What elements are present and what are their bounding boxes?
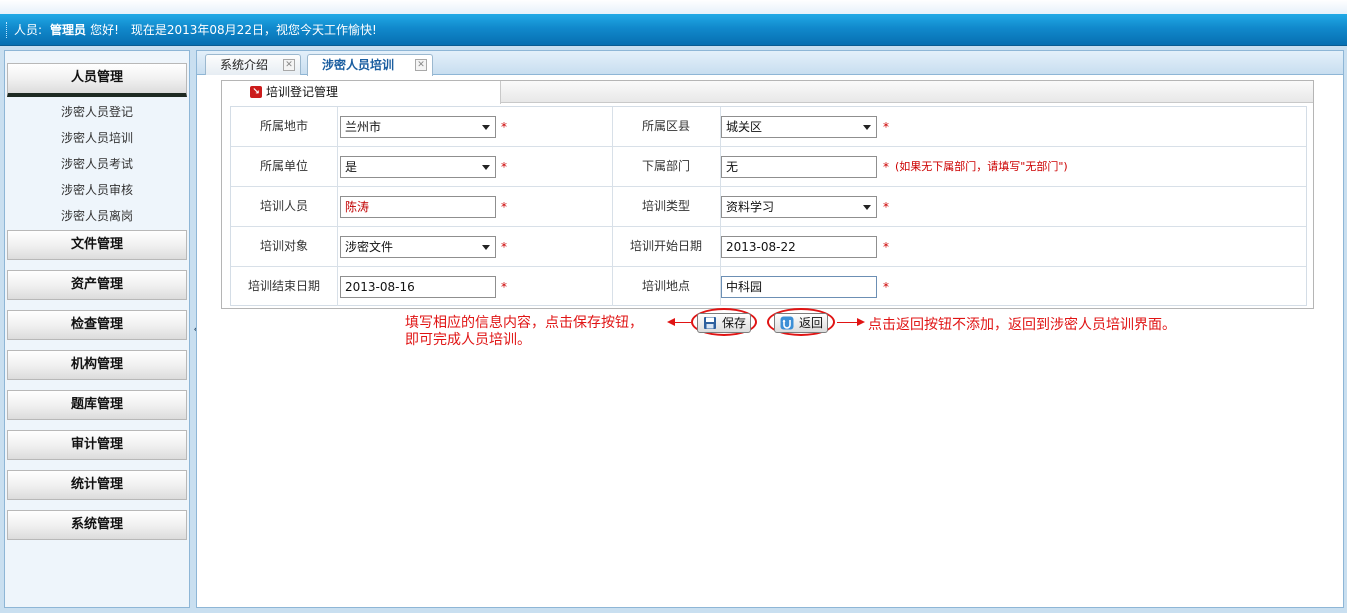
arrow-line [675,322,691,323]
menu-statistics[interactable]: 统计管理 [7,470,187,500]
annotation-save-line2: 即可完成人员培训。 [405,332,531,348]
tab-personnel-training[interactable]: 涉密人员培训 ✕ [307,54,433,76]
label-location: 培训地点 [641,279,690,293]
arrow-right-icon [857,318,865,326]
banner-logo [70,0,310,14]
start-date-input[interactable]: 2013-08-22 [721,236,877,258]
trainee-input[interactable]: 陈涛 [340,196,496,218]
annotation-back: 点击返回按钮不添加，返回到涉密人员培训界面。 [868,317,1176,333]
back-arrow-icon [780,316,794,330]
label-train-target: 培训对象 [259,239,308,253]
form-row: 所属地市 兰州市 * 所属区县 城关区 * [231,107,1306,147]
tab-strip: 系统介绍 ✕ 涉密人员培训 ✕ [197,51,1343,76]
main-panel: 系统介绍 ✕ 涉密人员培训 ✕ ↘ 培训登记管理 所属地市 兰州市 * 所属区县… [196,50,1344,608]
required-mark: * [501,160,507,174]
greeting: 您好! [90,23,119,37]
required-mark: * [501,240,507,254]
department-hint: (如果无下属部门，请填写"无部门") [895,160,1068,173]
label-trainee: 培训人员 [259,199,308,213]
required-mark: * [501,120,507,134]
tab-label: 涉密人员培训 [322,58,395,72]
sidebar-item-exam[interactable]: 涉密人员考试 [5,151,189,177]
sidebar-item-register[interactable]: 涉密人员登记 [5,99,189,125]
city-select[interactable]: 兰州市 [340,116,496,138]
train-target-select[interactable]: 涉密文件 [340,236,496,258]
grip-icon [6,22,9,38]
required-mark: * [501,280,507,294]
top-banner [0,0,1347,14]
label-start-date: 培训开始日期 [629,239,702,253]
menu-assets[interactable]: 资产管理 [7,270,187,300]
department-input[interactable]: 无 [721,156,877,178]
user-name: 管理员 [50,23,87,37]
tab-system-intro[interactable]: 系统介绍 ✕ [205,54,301,75]
user-info-bar: 人员: 管理员 您好! 现在是2013年08月22日，视您今天工作愉快! [0,14,1347,46]
arrow-left-icon [667,318,675,326]
menu-audit[interactable]: 审计管理 [7,430,187,460]
sidebar-item-review[interactable]: 涉密人员审核 [5,177,189,203]
form-header-tab: ↘ 培训登记管理 [222,81,501,104]
label-city: 所属地市 [259,119,308,133]
menu-inspection[interactable]: 检查管理 [7,310,187,340]
form-row: 培训人员 陈涛 * 培训类型 资料学习 * [231,187,1306,227]
divider [337,107,338,146]
label-end-date: 培训结束日期 [247,279,320,293]
menu-question-bank[interactable]: 题库管理 [7,390,187,420]
save-button[interactable]: 保存 [697,313,751,333]
train-type-select[interactable]: 资料学习 [721,196,877,218]
floppy-disk-icon [704,317,716,329]
training-form: ↘ 培训登记管理 所属地市 兰州市 * 所属区县 城关区 * 所属单位 是 * [221,80,1314,309]
location-input[interactable]: 中科园 [721,276,877,298]
tab-label: 系统介绍 [220,58,269,72]
user-info: 人员: 管理员 您好! 现在是2013年08月22日，视您今天工作愉快! [14,14,377,46]
divider [337,227,338,266]
date-text: 现在是2013年08月22日，视您今天工作愉快! [130,23,377,37]
close-icon[interactable]: ✕ [415,59,427,71]
label-train-type: 培训类型 [641,199,690,213]
sidebar-item-leave[interactable]: 涉密人员离岗 [5,203,189,229]
form-row: 培训对象 涉密文件 * 培训开始日期 2013-08-22 * [231,227,1306,267]
divider [337,267,338,306]
unit-select[interactable]: 是 [340,156,496,178]
menu-system[interactable]: 系统管理 [7,510,187,540]
form-row: 所属单位 是 * 下属部门 无 * (如果无下属部门，请填写"无部门") [231,147,1306,187]
back-label: 返回 [799,316,824,330]
divider [337,147,338,186]
arrow-line [837,322,857,323]
form-row: 培训结束日期 2013-08-16 * 培训地点 中科园 * [231,267,1306,307]
save-label: 保存 [722,316,747,330]
divider [337,187,338,226]
required-mark: * [883,160,889,174]
section-title: 培训登记管理 [266,85,339,99]
required-mark: * [501,200,507,214]
arrow-badge-icon: ↘ [250,86,262,98]
required-mark: * [883,280,889,294]
label-district: 所属区县 [641,119,690,133]
district-select[interactable]: 城关区 [721,116,877,138]
menu-personnel[interactable]: 人员管理 [7,63,187,97]
close-icon[interactable]: ✕ [283,59,295,71]
sidebar: 人员管理 涉密人员登记 涉密人员培训 涉密人员考试 涉密人员审核 涉密人员离岗 … [4,50,190,608]
sidebar-item-training[interactable]: 涉密人员培训 [5,125,189,151]
label-unit: 所属单位 [259,159,308,173]
back-button[interactable]: 返回 [774,313,828,333]
menu-files[interactable]: 文件管理 [7,230,187,260]
label-department: 下属部门 [641,159,690,173]
required-mark: * [883,240,889,254]
required-mark: * [883,120,889,134]
required-mark: * [883,200,889,214]
annotation-save-line1: 填写相应的信息内容，点击保存按钮， [405,315,643,331]
user-label: 人员: [14,23,43,37]
end-date-input[interactable]: 2013-08-16 [340,276,496,298]
form-grid: 所属地市 兰州市 * 所属区县 城关区 * 所属单位 是 * 下属部门 无 * … [230,106,1307,306]
menu-organization[interactable]: 机构管理 [7,350,187,380]
